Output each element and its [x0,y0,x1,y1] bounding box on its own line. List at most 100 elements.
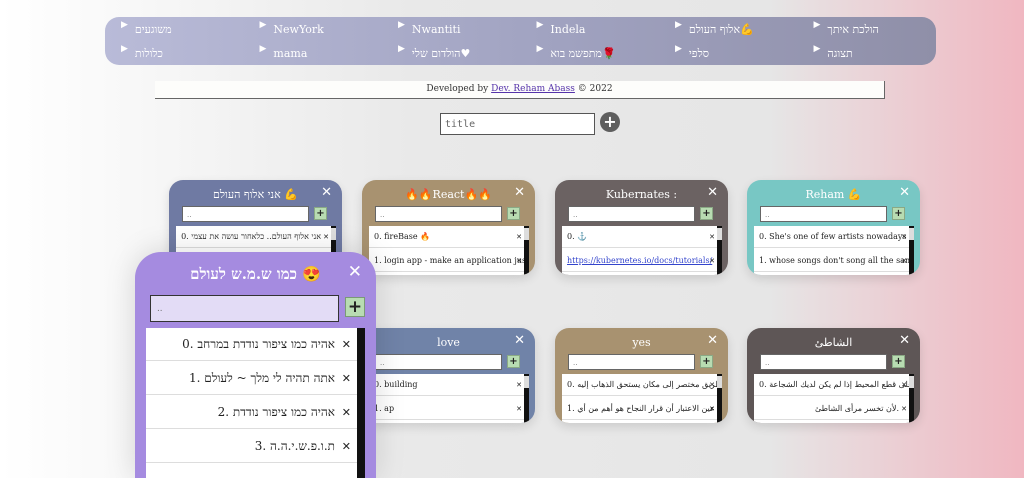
nav-link-label: NewYork [273,22,324,36]
delete-icon[interactable]: ✕ [342,396,351,428]
card-add-button[interactable]: + [700,207,713,220]
scrollbar-thumb[interactable] [909,376,914,388]
nav-link[interactable]: ▶ מתפשמ בוא🌹 [521,41,660,65]
card-input[interactable] [760,206,887,222]
play-triangle-icon: ▶ [121,20,128,30]
delete-icon[interactable]: ✕ [709,226,715,247]
delete-icon[interactable]: ✕ [516,374,522,395]
list-item: 3. ת.ו.פ.ש.י.ה.ה ✕ [146,430,357,463]
list-item-text: 1. login app - make an application just … [374,256,524,265]
nav-link[interactable]: ▶ סלפי [659,41,798,65]
delete-icon[interactable]: ✕ [342,362,351,394]
card-input[interactable] [375,354,502,370]
nav-link-label: סלפי [688,46,709,60]
card-input[interactable] [182,206,309,222]
delete-icon[interactable]: ✕ [516,250,522,271]
nav-link-label: כלולות [134,46,163,60]
nav-link-label: Indela [550,22,586,36]
delete-icon[interactable]: ✕ [901,398,907,419]
expanded-card-input[interactable] [150,295,339,322]
delete-icon[interactable]: ✕ [709,398,715,419]
card-add-button[interactable]: + [507,207,520,220]
card-add-button[interactable]: + [892,207,905,220]
nav-link[interactable]: ▶ הולכת איתך [798,17,937,41]
card-add-button[interactable]: + [507,355,520,368]
list-item: 1. login app - make an application just … [369,250,524,272]
close-icon[interactable]: ✕ [707,185,718,200]
play-triangle-icon: ▶ [813,44,821,54]
list-item-text: 3. ת.ו.פ.ש.י.ה.ה [254,439,335,453]
list-item-text: 0. لن تكون قادراً على قطع المحيط إذا لم … [759,380,909,389]
list-item-text: 0. She's one of few artists nowadays [759,232,907,241]
scrollbar[interactable] [357,328,365,478]
title-input[interactable] [440,113,595,135]
nav-link-label: אלוף העולם💪 [688,22,754,36]
scrollbar-thumb[interactable] [524,376,529,388]
scrollbar-thumb[interactable] [524,228,529,240]
card-title: Reham 💪 [805,188,862,201]
list-item: لأن تخسر مرأى الشاطئ. ✕ [754,398,909,420]
top-navigation: ▶ משוגעים ▶ NewYork ▶ Nwantiti ▶ Indela ▶ אלוף הע… [105,17,936,65]
close-icon[interactable]: ✕ [348,262,362,282]
expanded-card-list: 3. ת.ו.פ.ש.י.ה.ה ✕ 2. אהיה כמו ציפור נודדת… [146,328,365,478]
tutorial-link[interactable]: https://kubernetes.io/docs/tutorials/ [567,256,712,265]
close-icon[interactable]: ✕ [899,185,910,200]
card-input[interactable] [760,354,887,370]
play-triangle-icon: ▶ [398,20,405,30]
delete-icon[interactable]: ✕ [516,226,522,247]
delete-icon[interactable]: ✕ [323,226,329,247]
nav-link[interactable]: ▶ אלוף העולם💪 [659,17,798,41]
scrollbar-thumb[interactable] [909,228,914,240]
list-item-text: 0. ⚓ [567,232,588,241]
scrollbar-thumb[interactable] [331,228,336,240]
note-card: Kubernates :✕+0. ⚓✕https://kubernetes.io… [555,180,728,275]
nav-link[interactable]: ▶ mama [244,41,383,65]
play-triangle-icon: ▶ [536,44,544,54]
scrollbar-thumb[interactable] [717,228,722,240]
nav-link[interactable]: ▶ תצוגה [798,41,937,65]
card-add-button[interactable]: + [892,355,905,368]
delete-icon[interactable]: ✕ [709,250,715,271]
expanded-card-add-button[interactable]: + [345,297,365,317]
card-add-button[interactable]: + [700,355,713,368]
play-triangle-icon: ▶ [675,20,682,30]
delete-icon[interactable]: ✕ [901,250,907,271]
nav-link[interactable]: ▶ Indela [521,17,660,41]
close-icon[interactable]: ✕ [899,333,910,348]
card-list: 0. ⚓ ✕ https://kubernetes.io/docs/tutorial… [562,226,722,275]
delete-icon[interactable]: ✕ [342,430,351,462]
author-link[interactable]: Dev. Reham Abass [491,84,575,94]
nav-link-label: מתפשמ בוא🌹 [550,46,616,60]
nav-link[interactable]: ▶ הולדום שלי♥ [382,41,521,65]
list-item-text: 0. אהיה כמו ציפור נודדת במרחב [182,337,335,351]
play-triangle-icon: ▶ [121,44,128,54]
delete-icon[interactable]: ✕ [516,398,522,419]
card-list: 0. لا يوجد طريق مختصر إلى مكان يستحق الذ… [562,374,722,423]
card-list: 0. building ✕ 1. ap ✕ [369,374,529,423]
expanded-card-title: כמו ש.מ.ש לעולם 😍 [190,265,321,283]
close-icon[interactable]: ✕ [514,333,525,348]
note-card: yes ✕ +0. لا يوجد طريق مختصر إلى مكان يستح… [555,328,728,423]
card-input[interactable] [568,354,695,370]
scrollbar-thumb[interactable] [717,376,722,388]
list-item-text: 0. fireBase 🔥 [374,232,431,241]
card-input[interactable] [375,206,502,222]
list-item: 0. لا يوجد طريق مختصر إلى مكان يستحق الذ… [562,374,717,396]
nav-link[interactable]: ▶ משוגעים [105,17,244,41]
close-icon[interactable]: ✕ [321,185,332,200]
card-input[interactable] [568,206,695,222]
list-item: 1. whose songs don't song all the same. ✕ [754,250,909,272]
add-card-button[interactable]: + [600,112,620,132]
card-add-button[interactable]: + [314,207,327,220]
close-icon[interactable]: ✕ [514,185,525,200]
play-triangle-icon: ▶ [259,20,267,30]
delete-icon[interactable]: ✕ [709,374,715,395]
delete-icon[interactable]: ✕ [342,328,351,360]
nav-link[interactable]: ▶ NewYork [244,17,383,41]
delete-icon[interactable]: ✕ [901,226,907,247]
close-icon[interactable]: ✕ [707,333,718,348]
nav-link[interactable]: ▶ כלולות [105,41,244,65]
nav-link[interactable]: ▶ Nwantiti [382,17,521,41]
delete-icon[interactable]: ✕ [901,374,907,395]
developer-credit: Developed by Dev. Reham Abass © 2022 [155,81,885,99]
